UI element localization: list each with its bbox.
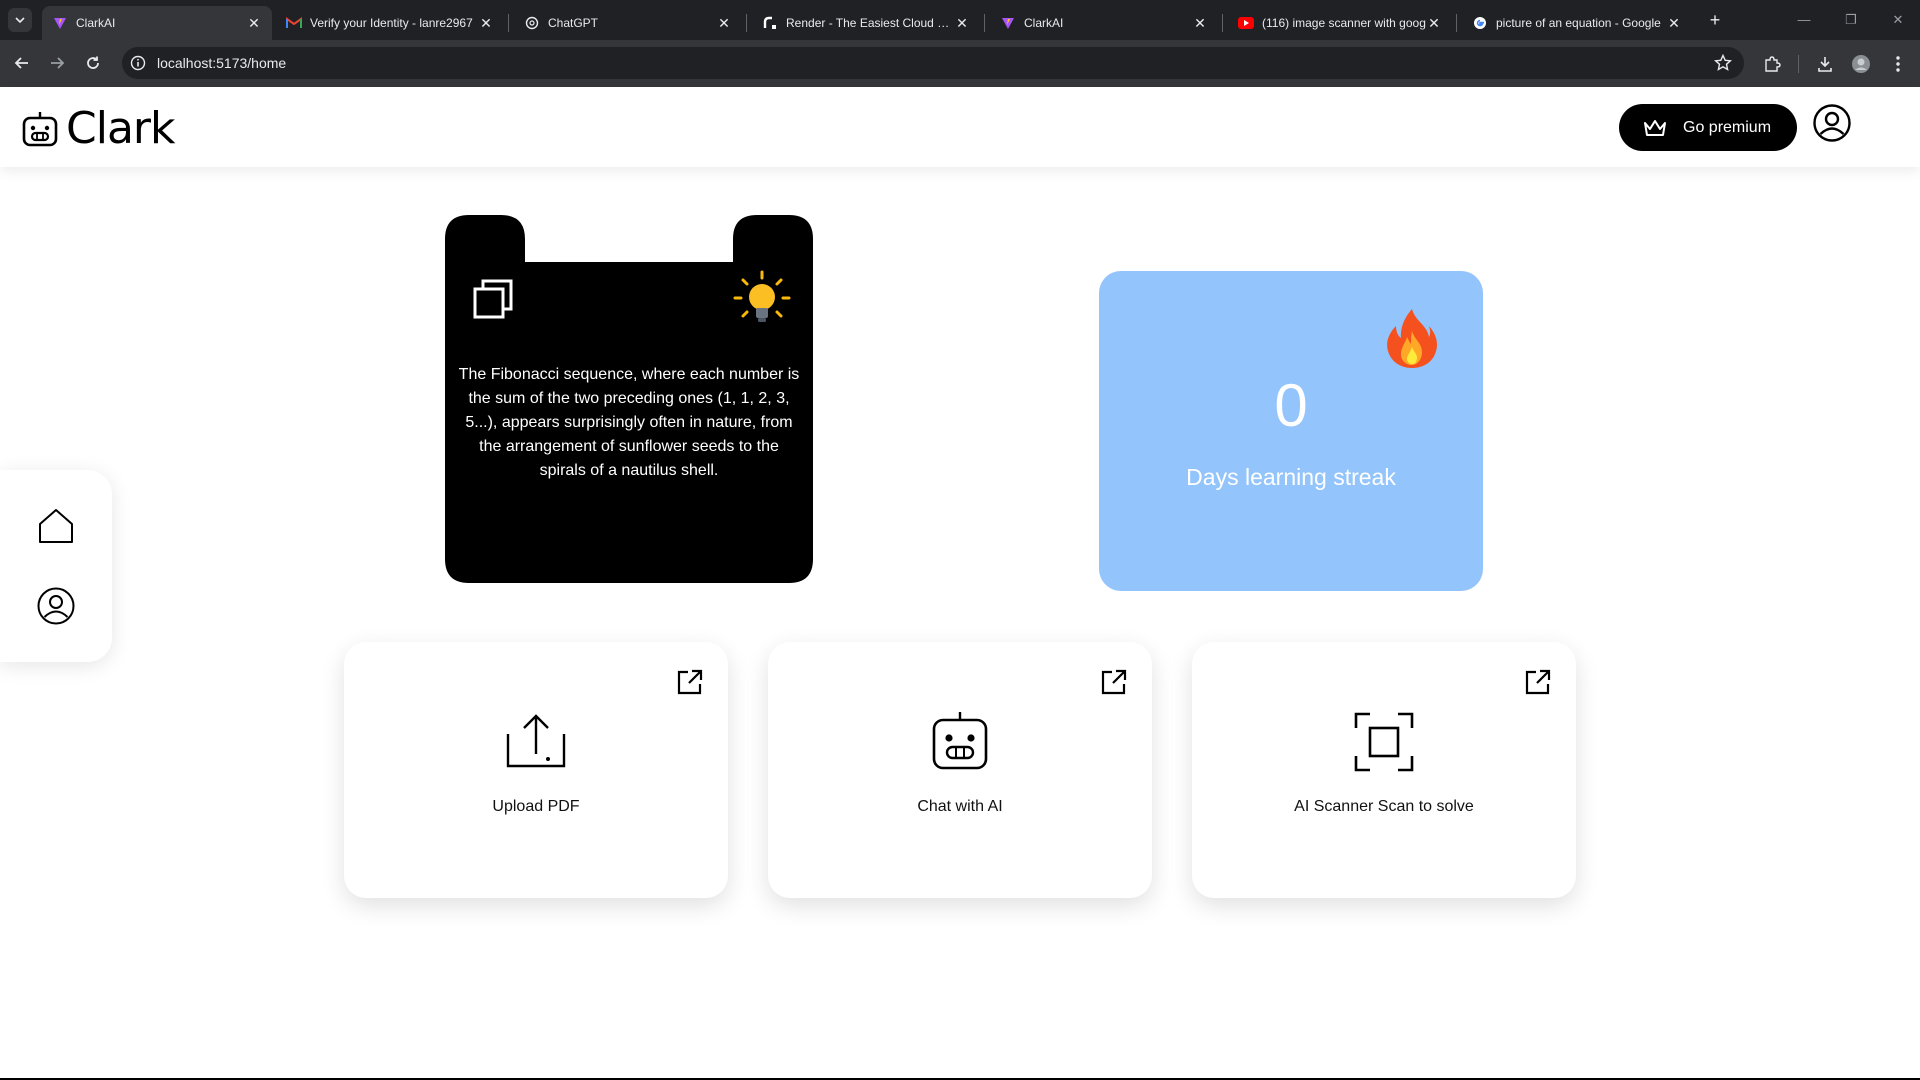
browser-profile-avatar[interactable] <box>1851 54 1871 74</box>
fact-text: The Fibonacci sequence, where each numbe… <box>458 366 800 479</box>
home-icon[interactable] <box>36 506 76 546</box>
profile-nav-icon[interactable] <box>36 586 76 626</box>
window-close-icon[interactable]: ✕ <box>1888 10 1908 30</box>
external-link-icon[interactable] <box>1100 668 1128 696</box>
tab-search-button[interactable] <box>8 8 32 32</box>
extensions-button[interactable] <box>1762 54 1782 74</box>
copy-icon[interactable] <box>471 277 515 321</box>
tab-title: Verify your Identity - lanre2967 <box>310 16 473 30</box>
download-icon <box>1818 57 1832 72</box>
avatar-icon <box>1852 55 1870 73</box>
user-profile-icon[interactable] <box>1812 103 1852 143</box>
ai-scanner-card[interactable]: AI Scanner Scan to solve <box>1192 642 1576 898</box>
youtube-icon <box>1238 15 1254 31</box>
browser-tab-gmail[interactable]: Verify your Identity - lanre2967 ✕ <box>276 6 504 40</box>
chat-with-ai-card[interactable]: Chat with AI <box>768 642 1152 898</box>
puzzle-icon <box>1765 56 1781 72</box>
url-text[interactable]: localhost:5173/home <box>157 55 286 71</box>
fun-fact-card: The Fibonacci sequence, where each numbe… <box>445 215 813 583</box>
fire-icon <box>1387 309 1437 368</box>
go-premium-button[interactable]: Go premium <box>1619 104 1797 151</box>
new-tab-button[interactable]: + <box>1704 10 1726 32</box>
forward-button[interactable] <box>45 51 69 75</box>
minimize-icon[interactable]: — <box>1794 10 1814 30</box>
streak-count: 0 <box>1274 372 1308 439</box>
gmail-icon <box>286 15 302 31</box>
bookmark-star-icon[interactable] <box>1714 54 1732 72</box>
close-icon[interactable]: ✕ <box>1192 15 1208 31</box>
browser-toolbar: localhost:5173/home <box>0 40 1920 87</box>
crown-icon <box>1644 119 1666 136</box>
browser-tab-clarkai-2[interactable]: ClarkAI ✕ <box>990 6 1218 40</box>
external-link-icon[interactable] <box>676 668 704 696</box>
tab-title: ChatGPT <box>548 16 599 30</box>
browser-tab-chatgpt[interactable]: ChatGPT ✕ <box>514 6 742 40</box>
vite-icon <box>52 15 68 31</box>
close-icon[interactable]: ✕ <box>716 15 732 31</box>
external-link-icon[interactable] <box>1524 668 1552 696</box>
robot-logo-icon <box>22 111 58 146</box>
browser-menu-button[interactable] <box>1888 54 1908 74</box>
google-icon <box>1472 15 1488 31</box>
openai-icon <box>524 15 540 31</box>
lightbulb-icon <box>733 270 791 322</box>
browser-tab-render[interactable]: Render - The Easiest Cloud For A ✕ <box>752 6 980 40</box>
back-button[interactable] <box>10 51 34 75</box>
ai-scanner-label: AI Scanner Scan to solve <box>1294 798 1474 815</box>
close-icon[interactable]: ✕ <box>954 15 970 31</box>
browser-tab-youtube[interactable]: (116) image scanner with goog ✕ <box>1228 6 1452 40</box>
side-nav <box>0 470 112 662</box>
robot-icon <box>932 712 988 770</box>
browser-tab-clarkai[interactable]: ClarkAI ✕ <box>42 6 272 40</box>
scan-icon <box>1354 712 1414 772</box>
close-icon[interactable]: ✕ <box>478 15 494 31</box>
reload-button[interactable] <box>81 51 105 75</box>
restore-icon[interactable]: ❐ <box>1841 10 1861 30</box>
learning-streak-card: 0 Days learning streak <box>1099 271 1483 591</box>
upload-pdf-card[interactable]: Upload PDF <box>344 642 728 898</box>
upload-pdf-label: Upload PDF <box>492 798 580 815</box>
arrow-left-icon <box>14 57 28 69</box>
app-header: Clark Go premium <box>0 87 1920 167</box>
browser-tab-google[interactable]: picture of an equation - Google ✕ <box>1462 6 1692 40</box>
tab-title: (116) image scanner with goog <box>1262 16 1426 30</box>
logo-text: Clark <box>66 103 175 154</box>
tab-title: Render - The Easiest Cloud For A <box>786 16 954 30</box>
logo[interactable]: Clark <box>20 103 175 154</box>
site-info-icon[interactable] <box>130 55 146 71</box>
tab-title: picture of an equation - Google <box>1496 16 1661 30</box>
render-icon <box>762 15 778 31</box>
more-vertical-icon <box>1896 56 1900 72</box>
reload-icon <box>87 56 99 69</box>
chat-with-ai-label: Chat with AI <box>917 798 1003 815</box>
vite-icon <box>1000 15 1016 31</box>
address-bar[interactable]: localhost:5173/home <box>122 47 1744 79</box>
go-premium-label: Go premium <box>1683 118 1772 136</box>
tab-title: ClarkAI <box>76 16 116 30</box>
close-icon[interactable]: ✕ <box>1666 15 1682 31</box>
tab-title: ClarkAI <box>1024 16 1064 30</box>
downloads-button[interactable] <box>1815 54 1835 74</box>
close-icon[interactable]: ✕ <box>246 15 262 31</box>
upload-icon <box>506 714 566 768</box>
chevron-down-icon <box>15 17 25 24</box>
streak-label: Days learning streak <box>1186 464 1396 490</box>
arrow-right-icon <box>51 57 65 69</box>
close-icon[interactable]: ✕ <box>1426 15 1442 31</box>
browser-tab-bar: ClarkAI ✕ Verify your Identity - lanre29… <box>0 0 1920 40</box>
